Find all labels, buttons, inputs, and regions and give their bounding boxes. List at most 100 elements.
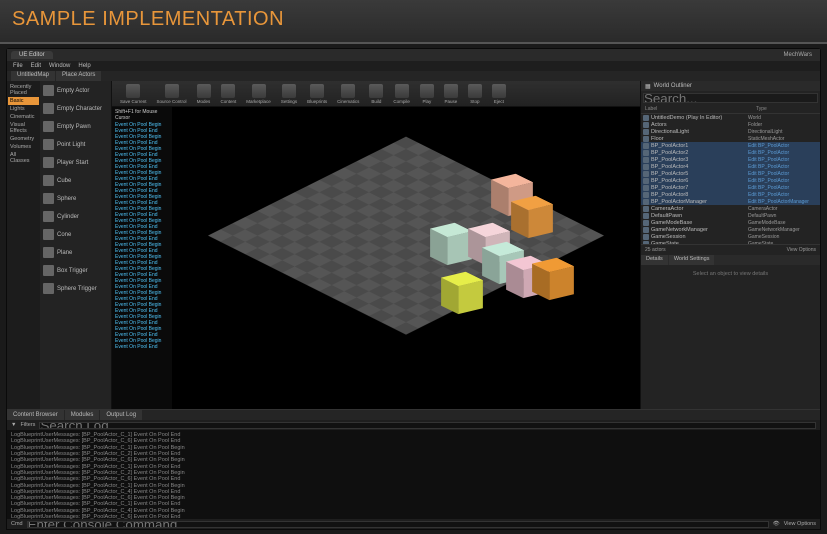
actor-name: Floor [651,136,748,142]
actor-item[interactable]: Box Trigger [42,263,109,278]
outliner-row[interactable]: BP_PoolActor7Edit BP_PoolActor [641,184,820,191]
actor-type[interactable]: Edit BP_PoolActor [748,171,818,177]
tool-content[interactable]: Content [217,83,241,105]
outliner-row[interactable]: BP_PoolActor2Edit BP_PoolActor [641,149,820,156]
filter-icon[interactable]: ▼ [11,422,16,428]
actor-type: GameModeBase [748,220,818,226]
bottom-tab[interactable]: Output Log [100,410,142,420]
outliner-row[interactable]: GameNetworkManagerGameNetworkManager [641,226,820,233]
actor-label: Cone [57,232,71,238]
outliner-row[interactable]: ActorsFolder [641,121,820,128]
actor-item[interactable]: Cone [42,227,109,242]
scene-cube[interactable] [541,262,566,296]
subtab[interactable]: Place Actors [56,71,101,81]
outliner-row[interactable]: BP_PoolActorManagerEdit BP_PoolActorMana… [641,198,820,205]
actor-type[interactable]: Edit BP_PoolActor [748,164,818,170]
actor-item[interactable]: Sphere Trigger [42,281,109,296]
bottom-tab[interactable]: Modules [65,410,100,420]
tool-settings[interactable]: Settings [277,83,301,105]
eye-icon[interactable]: 👁 [773,521,780,527]
actor-type: StaticMeshActor [748,136,818,142]
tool-build[interactable]: Build [365,83,387,105]
viewport-3d[interactable] [172,107,640,409]
scene-cube[interactable] [520,200,545,234]
category-item[interactable]: Visual Effects [8,121,39,135]
actor-type[interactable]: Edit BP_PoolActor [748,150,818,156]
tool-source-control[interactable]: Source Control [153,83,191,105]
menu-window[interactable]: Window [49,63,70,69]
actor-item[interactable]: Plane [42,245,109,260]
outliner-row[interactable]: DefaultPawnDefaultPawn [641,212,820,219]
outliner-row[interactable]: BP_PoolActor4Edit BP_PoolActor [641,163,820,170]
tool-icon [444,84,458,98]
actor-item[interactable]: Empty Pawn [42,119,109,134]
tab-details[interactable]: Details [641,255,668,265]
outliner-columns: Label Type [641,105,820,114]
actor-type-icon [643,164,649,170]
actor-item[interactable]: Empty Character [42,101,109,116]
actor-icon [43,283,54,294]
tool-pause[interactable]: Pause [440,83,462,105]
actor-item[interactable]: Point Light [42,137,109,152]
scene-cube[interactable] [450,276,475,310]
bottom-tab[interactable]: Content Browser [7,410,64,420]
tool-play[interactable]: Play [416,83,438,105]
actor-type-icon [643,206,649,212]
outliner-row[interactable]: BP_PoolActor3Edit BP_PoolActor [641,156,820,163]
outliner-row[interactable]: FloorStaticMeshActor [641,135,820,142]
outliner-row[interactable]: GameSessionGameSession [641,233,820,240]
outliner-row[interactable]: BP_PoolActor5Edit BP_PoolActor [641,170,820,177]
category-item[interactable]: All Classes [8,151,39,165]
outliner-row[interactable]: BP_PoolActor6Edit BP_PoolActor [641,177,820,184]
category-item[interactable]: Geometry [8,135,39,143]
output-log[interactable]: LogBlueprintUserMessages: [BP_PoolActor_… [7,430,820,519]
outliner-row[interactable]: BP_PoolActor1Edit BP_PoolActor [641,142,820,149]
outliner-row[interactable]: GameModeBaseGameModeBase [641,219,820,226]
cmd-input[interactable] [27,521,769,528]
outliner-row[interactable]: BP_PoolActor8Edit BP_PoolActor [641,191,820,198]
tool-cinematics[interactable]: Cinematics [333,83,363,105]
log-view-options[interactable]: View Options [784,521,816,527]
log-search[interactable] [39,422,816,429]
view-options[interactable]: View Options [787,247,816,253]
actor-item[interactable]: Cube [42,173,109,188]
actor-name: GameSession [651,234,748,240]
outliner-row[interactable]: CameraActorCameraActor [641,205,820,212]
filter-label[interactable]: Filters [20,422,35,428]
outliner-row[interactable]: DirectionalLightDirectionalLight [641,128,820,135]
tool-marketplace[interactable]: Marketplace [242,83,275,105]
tool-icon [197,84,211,98]
actor-type[interactable]: Edit BP_PoolActor [748,157,818,163]
col-type[interactable]: Type [756,106,816,112]
outliner-search[interactable] [643,93,818,103]
outliner-list: UntitledDemo (Play In Editor)WorldActors… [641,114,820,244]
menu-help[interactable]: Help [78,63,90,69]
category-item[interactable]: Volumes [8,143,39,151]
col-label[interactable]: Label [645,106,756,112]
outliner-row[interactable]: UntitledDemo (Play In Editor)World [641,114,820,121]
tool-save-current[interactable]: Save Current [116,83,151,105]
actor-type[interactable]: Edit BP_PoolActor [748,192,818,198]
tool-stop[interactable]: Stop [464,83,486,105]
menu-file[interactable]: File [13,63,23,69]
category-item[interactable]: Basic [8,97,39,105]
category-item[interactable]: Lights [8,105,39,113]
tool-eject[interactable]: Eject [488,83,510,105]
actor-type[interactable]: Edit BP_PoolActor [748,185,818,191]
actor-type[interactable]: Edit BP_PoolActorManager [748,199,818,205]
tool-compile[interactable]: Compile [389,83,414,105]
tool-blueprints[interactable]: Blueprints [303,83,331,105]
scene-cube[interactable] [439,227,464,261]
window-tab[interactable]: UE Editor [11,51,53,59]
category-item[interactable]: Cinematic [8,113,39,121]
actor-item[interactable]: Empty Actor [42,83,109,98]
actor-type[interactable]: Edit BP_PoolActor [748,178,818,184]
subtab[interactable]: UntitledMap [11,71,55,81]
actor-item[interactable]: Sphere [42,191,109,206]
actor-type[interactable]: Edit BP_PoolActor [748,143,818,149]
menu-edit[interactable]: Edit [31,63,41,69]
actor-item[interactable]: Cylinder [42,209,109,224]
tool-modes[interactable]: Modes [193,83,215,105]
actor-item[interactable]: Player Start [42,155,109,170]
tab-world-settings[interactable]: World Settings [669,255,715,265]
